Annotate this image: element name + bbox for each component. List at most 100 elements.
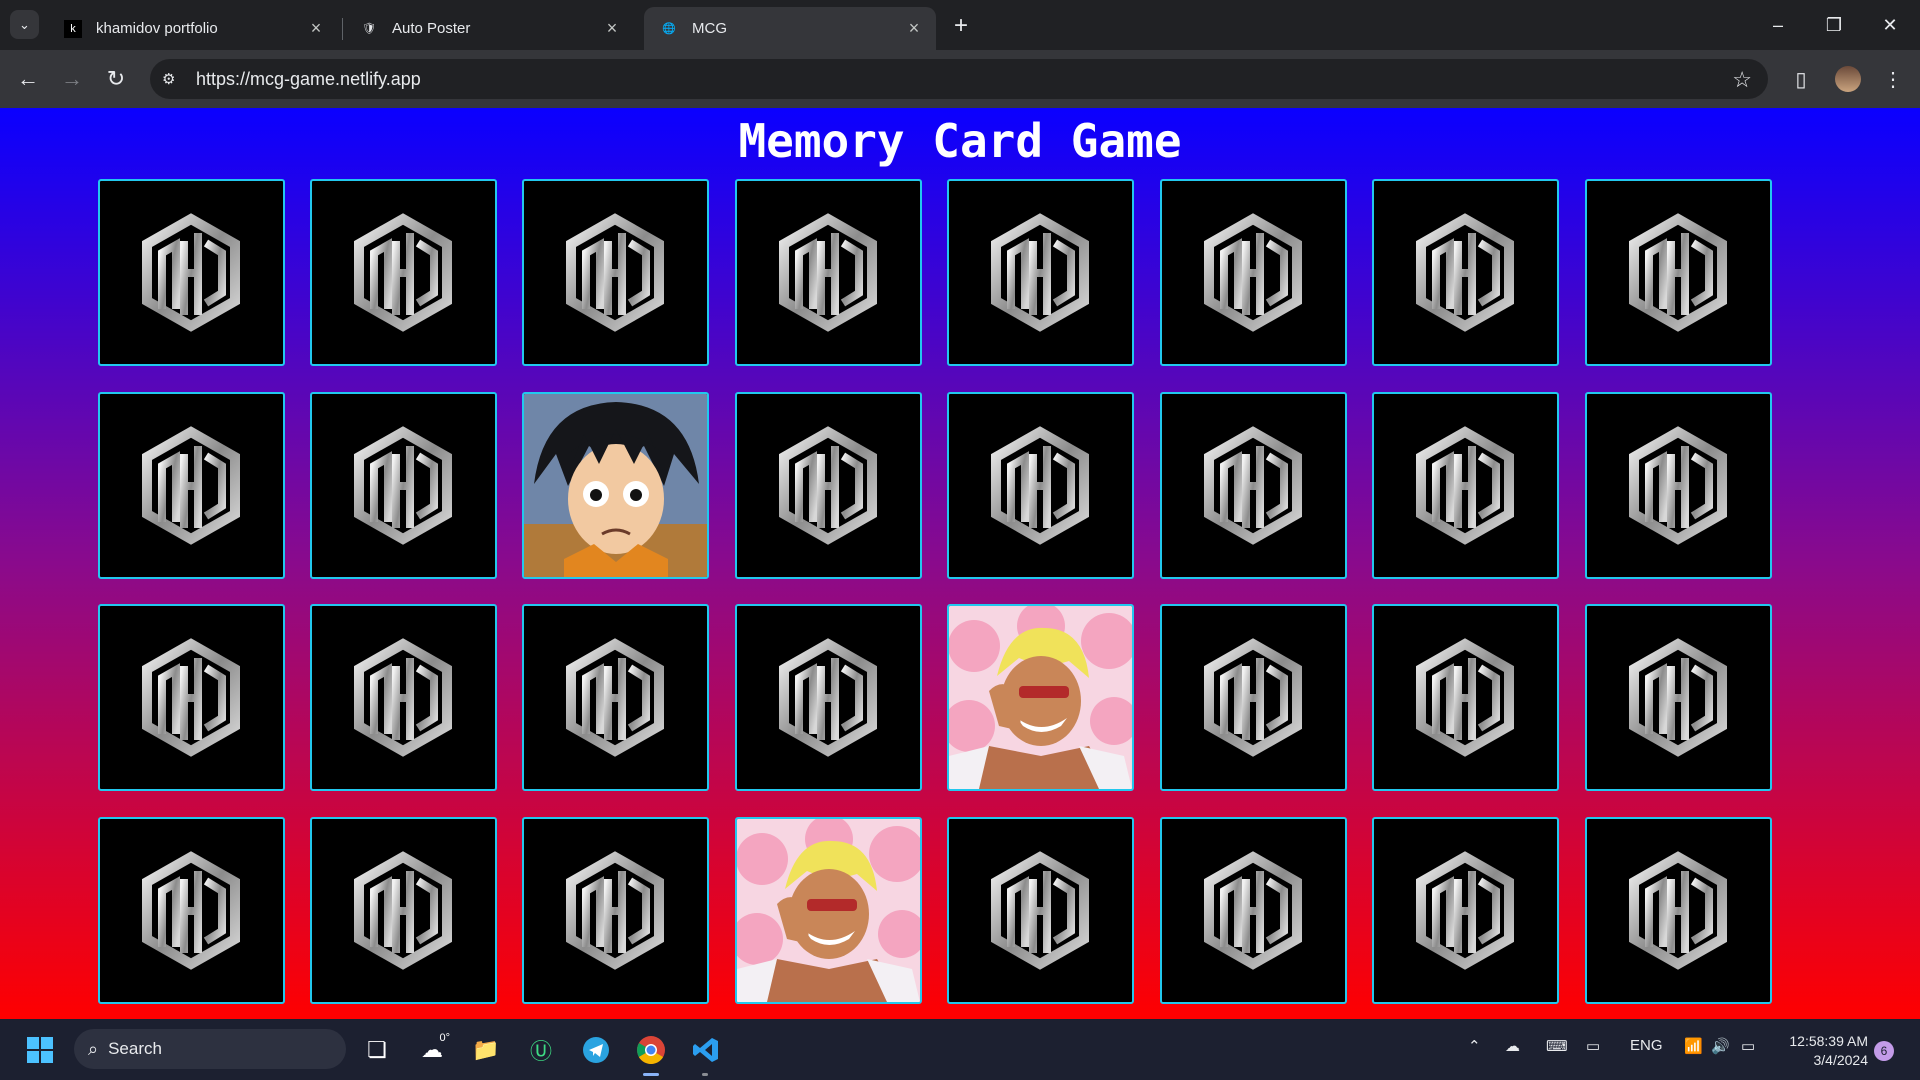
close-icon[interactable]: × xyxy=(602,18,622,39)
memory-card-facedown[interactable] xyxy=(735,392,922,579)
telegram-icon[interactable] xyxy=(578,1032,614,1068)
task-view-icon[interactable]: ❏ xyxy=(359,1032,395,1068)
file-explorer-icon[interactable]: 📁 xyxy=(468,1032,504,1068)
mcg-logo-icon xyxy=(1204,213,1302,332)
memory-card-facedown[interactable] xyxy=(947,179,1134,366)
profile-button[interactable] xyxy=(1833,64,1863,94)
address-url[interactable]: https://mcg-game.netlify.app xyxy=(196,69,421,90)
mcg-logo-icon xyxy=(142,213,240,332)
address-bar[interactable]: ⚙ https://mcg-game.netlify.app ☆ xyxy=(150,59,1768,99)
memory-card-facedown[interactable] xyxy=(1372,817,1559,1004)
page-title: Memory Card Game xyxy=(738,114,1182,168)
bookmark-star-icon[interactable]: ☆ xyxy=(1732,67,1752,93)
minimize-button[interactable]: – xyxy=(1750,0,1806,50)
clock[interactable]: 12:58:39 AM 3/4/2024 xyxy=(1772,1032,1868,1070)
avatar xyxy=(1835,66,1861,92)
tab-bar: ⌄ k khamidov portfolio × 🛡 Auto Poster ×… xyxy=(0,0,1920,50)
clock-date: 3/4/2024 xyxy=(1813,1052,1869,1068)
restore-button[interactable]: ❐ xyxy=(1806,0,1862,50)
tab-mcg[interactable]: 🌐 MCG × xyxy=(644,7,936,50)
windows-start-icon[interactable] xyxy=(22,1032,58,1068)
onedrive-icon[interactable]: ☁ xyxy=(1505,1037,1520,1055)
mcg-logo-icon xyxy=(354,638,452,757)
back-button[interactable]: ← xyxy=(12,63,44,95)
new-tab-button[interactable]: + xyxy=(947,12,975,40)
language-indicator[interactable]: ENG xyxy=(1630,1037,1663,1054)
search-icon: ⌕ xyxy=(88,1038,99,1059)
chevron-up-icon[interactable]: ⌃ xyxy=(1468,1037,1481,1055)
mcg-logo-icon xyxy=(566,638,664,757)
memory-card-facedown[interactable] xyxy=(522,817,709,1004)
taskbar-search[interactable]: ⌕ Search xyxy=(74,1029,346,1069)
memory-card-facedown[interactable] xyxy=(522,604,709,791)
reload-button[interactable]: ↻ xyxy=(100,63,132,95)
memory-card-facedown[interactable] xyxy=(310,392,497,579)
site-info-icon[interactable]: ⚙ xyxy=(162,70,182,88)
vscode-icon[interactable] xyxy=(688,1032,724,1068)
globe-icon: 🌐 xyxy=(662,23,676,35)
memory-card-facedown[interactable] xyxy=(1585,179,1772,366)
memory-card-facedown[interactable] xyxy=(1585,817,1772,1004)
memory-card-doflamingo[interactable] xyxy=(735,817,922,1004)
mcg-logo-icon xyxy=(566,851,664,970)
keyboard-icon[interactable]: ⌨ xyxy=(1546,1037,1568,1055)
mcg-logo-icon xyxy=(142,851,240,970)
memory-card-facedown[interactable] xyxy=(98,392,285,579)
memory-card-facedown[interactable] xyxy=(1372,604,1559,791)
display-icon[interactable]: ▭ xyxy=(1586,1037,1600,1055)
mcg-logo-icon xyxy=(1416,213,1514,332)
notification-badge[interactable]: 6 xyxy=(1874,1041,1894,1061)
memory-card-facedown[interactable] xyxy=(1160,392,1347,579)
memory-card-facedown[interactable] xyxy=(1160,817,1347,1004)
wifi-icon[interactable]: 📶 xyxy=(1684,1037,1703,1055)
memory-card-facedown[interactable] xyxy=(310,604,497,791)
memory-card-doflamingo[interactable] xyxy=(947,604,1134,791)
memory-card-facedown[interactable] xyxy=(947,392,1134,579)
close-icon[interactable]: × xyxy=(904,18,924,39)
mcg-logo-icon xyxy=(142,638,240,757)
chevron-down-icon: ⌄ xyxy=(19,16,30,32)
memory-card-facedown[interactable] xyxy=(310,817,497,1004)
tab-khamidov-portfolio[interactable]: k khamidov portfolio × xyxy=(48,7,338,50)
mcg-logo-icon xyxy=(354,426,452,545)
tab-title: Auto Poster xyxy=(392,20,471,37)
mcg-logo-icon xyxy=(1416,851,1514,970)
memory-card-facedown[interactable] xyxy=(1585,392,1772,579)
memory-card-facedown[interactable] xyxy=(1372,179,1559,366)
windows-taskbar: ⌕ Search ❏ ☁ 0° 📁 Ⓤ ⌃ ☁ ⌨ ▭ ENG 📶 🔊 ▭ 12:… xyxy=(0,1019,1920,1080)
forward-button[interactable]: → xyxy=(56,63,88,95)
mcg-logo-icon xyxy=(779,213,877,332)
memory-card-facedown[interactable] xyxy=(1585,604,1772,791)
close-icon[interactable]: × xyxy=(306,18,326,39)
memory-card-facedown[interactable] xyxy=(98,179,285,366)
memory-card-facedown[interactable] xyxy=(735,604,922,791)
memory-card-facedown[interactable] xyxy=(522,179,709,366)
memory-card-facedown[interactable] xyxy=(98,817,285,1004)
chrome-icon[interactable] xyxy=(633,1032,669,1068)
mcg-logo-icon xyxy=(779,638,877,757)
close-window-button[interactable]: ✕ xyxy=(1862,0,1918,50)
side-panel-icon[interactable]: ▯ xyxy=(1786,64,1816,94)
menu-kebab-icon[interactable]: ⋮ xyxy=(1878,64,1908,94)
memory-card-facedown[interactable] xyxy=(98,604,285,791)
mcg-logo-icon xyxy=(1204,426,1302,545)
memory-card-facedown[interactable] xyxy=(947,817,1134,1004)
mcg-logo-icon xyxy=(991,851,1089,970)
doflamingo-character-image xyxy=(737,819,920,1002)
memory-card-facedown[interactable] xyxy=(1372,392,1559,579)
tab-divider xyxy=(342,18,343,40)
mcg-logo-icon xyxy=(1629,213,1727,332)
luffy-character-image xyxy=(524,394,707,577)
weather-widget-icon[interactable]: ☁ 0° xyxy=(414,1032,450,1068)
upwork-icon[interactable]: Ⓤ xyxy=(523,1032,559,1068)
memory-card-facedown[interactable] xyxy=(1160,604,1347,791)
volume-icon[interactable]: 🔊 xyxy=(1711,1037,1730,1055)
tab-auto-poster[interactable]: 🛡 Auto Poster × xyxy=(344,7,634,50)
memory-card-facedown[interactable] xyxy=(310,179,497,366)
memory-card-luffy[interactable] xyxy=(522,392,709,579)
tab-search-button[interactable]: ⌄ xyxy=(10,10,39,39)
battery-icon[interactable]: ▭ xyxy=(1741,1037,1755,1055)
memory-card-facedown[interactable] xyxy=(1160,179,1347,366)
mcg-logo-icon xyxy=(566,213,664,332)
memory-card-facedown[interactable] xyxy=(735,179,922,366)
